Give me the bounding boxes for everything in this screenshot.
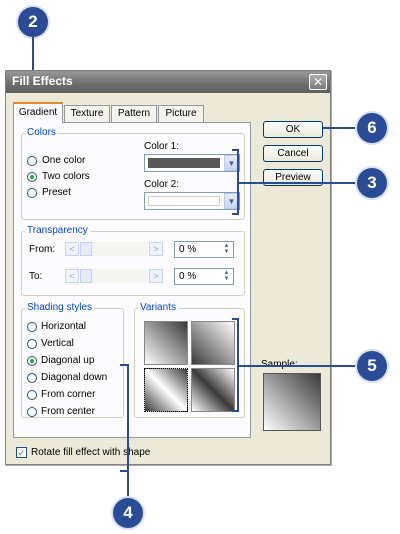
tab-label: Pattern	[117, 108, 151, 119]
callout-5-bracket-top	[232, 318, 239, 320]
callout-4: 4	[113, 498, 143, 528]
callout-6: 6	[357, 113, 387, 143]
to-value: 0 %	[179, 271, 197, 282]
callout-3-line	[239, 182, 359, 184]
colors-group-label: Colors	[25, 127, 58, 138]
tab-gradient[interactable]: Gradient	[13, 102, 63, 123]
variant-4[interactable]	[191, 368, 235, 412]
radio-from-center-label: From center	[41, 406, 95, 417]
to-slider-thumb[interactable]	[80, 269, 92, 283]
from-slider-left[interactable]: <	[65, 242, 79, 256]
radio-diagonal-up[interactable]	[27, 356, 37, 366]
title-bar: Fill Effects ✕	[6, 71, 330, 93]
radio-one-color-label: One color	[42, 155, 86, 166]
callout-4-bracket-top	[120, 364, 129, 366]
radio-two-colors-label: Two colors	[42, 171, 90, 182]
radio-from-corner-label: From corner	[41, 389, 96, 400]
color2-label: Color 2:	[144, 179, 180, 190]
variant-2[interactable]	[191, 321, 235, 365]
to-slider-right[interactable]: >	[149, 269, 163, 283]
spinner-icon[interactable]: ▲ ▼	[221, 243, 232, 256]
radio-preset-label: Preset	[42, 187, 71, 198]
tab-label: Picture	[165, 108, 197, 119]
from-value: 0 %	[179, 244, 197, 255]
gradient-panel: Colors One color Two colors Preset Color…	[13, 122, 251, 438]
tab-texture[interactable]: Texture	[64, 105, 110, 122]
callout-2: 2	[18, 7, 48, 37]
callout-6-line	[323, 127, 359, 129]
color2-swatch	[148, 196, 220, 206]
callout-3: 3	[357, 168, 387, 198]
from-label: From:	[29, 244, 56, 255]
variant-1[interactable]	[144, 321, 188, 365]
color1-swatch	[148, 158, 220, 168]
radio-from-corner[interactable]	[27, 390, 37, 400]
callout-5-line	[239, 365, 359, 367]
radio-vertical[interactable]	[27, 339, 37, 349]
color1-dropdown[interactable]: ▼	[144, 154, 240, 172]
shading-styles-label: Shading styles	[25, 302, 95, 313]
close-button[interactable]: ✕	[309, 74, 327, 90]
radio-diagonal-up-label: Diagonal up	[41, 355, 95, 366]
radio-vertical-label: Vertical	[41, 338, 74, 349]
to-slider-left[interactable]: <	[65, 269, 79, 283]
fill-effects-dialog: Fill Effects ✕ Gradient Texture Pattern …	[5, 70, 331, 465]
radio-preset[interactable]	[27, 188, 37, 198]
tab-picture[interactable]: Picture	[158, 105, 204, 122]
spinner-icon[interactable]: ▲ ▼	[221, 270, 232, 283]
dialog-title: Fill Effects	[12, 74, 73, 88]
rotate-fill-label: Rotate fill effect with shape	[31, 447, 151, 458]
color1-label: Color 1:	[144, 141, 180, 152]
variant-3[interactable]	[144, 368, 188, 412]
variants-label: Variants	[138, 302, 178, 313]
radio-one-color[interactable]	[27, 156, 37, 166]
cancel-label: Cancel	[277, 148, 309, 159]
sample-preview	[263, 373, 321, 431]
tab-pattern[interactable]: Pattern	[111, 105, 157, 122]
radio-horizontal-label: Horizontal	[41, 321, 87, 332]
radio-diagonal-down-label: Diagonal down	[41, 372, 108, 383]
to-spinbox[interactable]: 0 % ▲ ▼	[174, 268, 234, 285]
from-spinbox[interactable]: 0 % ▲ ▼	[174, 241, 234, 258]
radio-horizontal[interactable]	[27, 322, 37, 332]
from-slider-thumb[interactable]	[80, 242, 92, 256]
transparency-group-label: Transparency	[25, 225, 90, 236]
close-icon: ✕	[312, 75, 324, 89]
to-label: To:	[29, 271, 43, 282]
ok-button[interactable]: OK	[263, 121, 323, 138]
radio-two-colors[interactable]	[27, 172, 37, 182]
cancel-button[interactable]: Cancel	[263, 145, 323, 162]
tab-label: Gradient	[18, 107, 58, 118]
tab-label: Texture	[70, 108, 104, 119]
radio-diagonal-down[interactable]	[27, 373, 37, 383]
callout-3-bracket-top	[232, 149, 239, 151]
callout-3-bracket-bottom	[232, 213, 239, 215]
color2-dropdown[interactable]: ▼	[144, 192, 240, 210]
callout-5: 5	[357, 351, 387, 381]
ok-label: OK	[285, 124, 301, 135]
callout-4-bracket	[127, 364, 129, 472]
from-slider-right[interactable]: >	[149, 242, 163, 256]
rotate-fill-checkbox[interactable]: ✓	[16, 447, 27, 458]
radio-from-center[interactable]	[27, 407, 37, 417]
callout-5-bracket-bottom	[232, 410, 239, 412]
